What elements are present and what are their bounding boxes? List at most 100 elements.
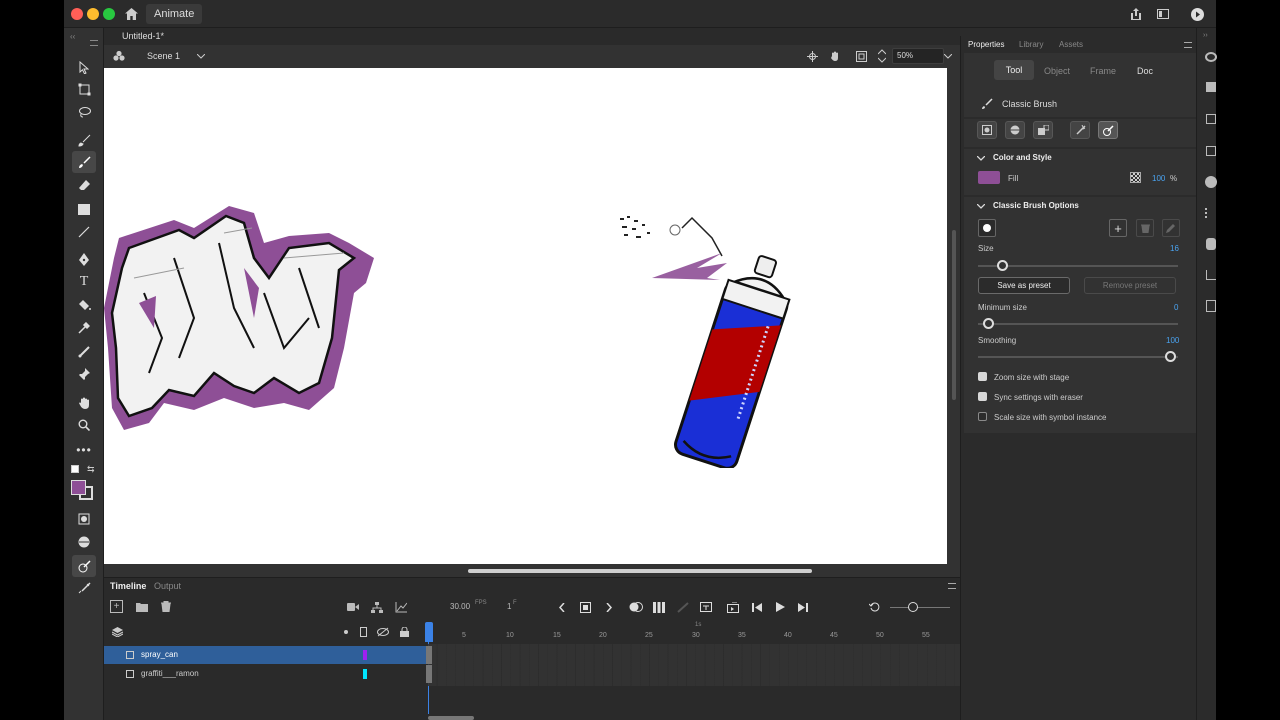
pin-tool-icon[interactable] (72, 363, 96, 385)
tab-timeline[interactable]: Timeline (110, 581, 146, 591)
layer-row-spray-can[interactable]: spray_can (104, 646, 428, 664)
default-colors-icon[interactable] (71, 465, 79, 473)
dock-icon[interactable] (1206, 300, 1216, 312)
tab-library[interactable]: Library (1019, 40, 1043, 49)
fill-swatch[interactable] (978, 171, 1000, 184)
camera-icon[interactable] (346, 601, 360, 613)
highlight-layers-icon[interactable] (344, 630, 348, 634)
layer-row-graffiti[interactable]: graffiti___ramon (104, 665, 428, 683)
subtab-frame[interactable]: Frame (1090, 66, 1116, 76)
expand-dock-icon[interactable]: ›› (1203, 32, 1208, 39)
selection-tool-icon[interactable] (72, 56, 96, 78)
scene-name[interactable]: Scene 1 (147, 51, 180, 61)
maximize-window-button[interactable] (103, 8, 115, 20)
dock-icon[interactable] (1205, 52, 1217, 62)
minimize-window-button[interactable] (87, 8, 99, 20)
smoothing-slider[interactable] (978, 356, 1178, 358)
home-icon[interactable] (123, 6, 139, 22)
onion-skin-icon[interactable] (628, 600, 644, 614)
tab-properties[interactable]: Properties (968, 40, 1004, 49)
panel-menu-icon[interactable] (948, 583, 956, 589)
frame-ruler[interactable]: 1s 5 10 15 20 25 30 35 40 45 50 55 (428, 622, 960, 642)
graffiti-artwork[interactable] (104, 198, 384, 433)
swap-colors-icon[interactable]: ⇆ (87, 464, 95, 475)
prev-keyframe-icon[interactable] (556, 600, 568, 614)
zoom-tool-icon[interactable] (72, 414, 96, 436)
free-transform-tool-icon[interactable] (72, 78, 96, 100)
dock-icon[interactable] (1206, 238, 1216, 250)
brush-tool-icon[interactable] (72, 129, 96, 151)
subtab-object[interactable]: Object (1044, 66, 1070, 76)
chevron-down-icon[interactable] (976, 201, 986, 211)
zoom-dropdown-icon[interactable] (942, 50, 954, 62)
dock-icon[interactable] (1206, 146, 1216, 156)
stage-canvas[interactable] (104, 68, 947, 564)
object-drawing-mode-icon[interactable] (977, 121, 997, 139)
alpha-icon[interactable] (1130, 172, 1141, 183)
dock-icon[interactable] (1205, 208, 1217, 218)
smoothing-value[interactable]: 100 (1166, 336, 1179, 345)
zoom-stepper-icon[interactable] (876, 48, 888, 64)
pressure-icon[interactable] (72, 555, 96, 577)
tilt-icon[interactable] (72, 577, 96, 599)
keyframe[interactable] (426, 646, 432, 664)
collapse-icon[interactable]: ‹‹ (70, 32, 75, 41)
menu-icon[interactable] (90, 40, 98, 46)
hand-tool-icon[interactable] (72, 391, 96, 413)
step-back-icon[interactable] (750, 600, 764, 614)
dock-icon[interactable] (1206, 82, 1216, 92)
sync-eraser-checkbox[interactable] (978, 392, 987, 401)
step-forward-icon[interactable] (796, 600, 810, 614)
dock-icon[interactable] (1206, 114, 1216, 124)
brush-shape-preview[interactable] (978, 219, 996, 237)
brush-mode-icon[interactable] (72, 531, 96, 553)
horizontal-scrollbar[interactable] (468, 569, 812, 573)
lock-icon[interactable] (398, 626, 410, 638)
classic-brush-tool-icon[interactable] (72, 151, 96, 173)
text-tool-icon[interactable]: T (72, 271, 96, 293)
tab-assets[interactable]: Assets (1059, 40, 1083, 49)
subtab-doc[interactable]: Doc (1137, 66, 1153, 76)
test-movie-icon[interactable] (1189, 6, 1205, 22)
current-frame[interactable]: 1 (507, 602, 511, 611)
min-size-slider-knob[interactable] (983, 318, 994, 329)
lock-fill-icon[interactable] (1033, 121, 1053, 139)
lasso-tool-icon[interactable] (72, 101, 96, 123)
min-size-value[interactable]: 0 (1174, 303, 1178, 312)
layer-name[interactable]: graffiti___ramon (141, 665, 199, 683)
eraser-tool-icon[interactable] (72, 174, 96, 196)
more-tools-icon[interactable]: ••• (72, 439, 96, 461)
close-window-button[interactable] (71, 8, 83, 20)
app-name-tab[interactable]: Animate (146, 4, 203, 24)
brush-shape-icon[interactable] (1005, 121, 1025, 139)
play-icon[interactable] (773, 600, 787, 614)
layer-parenting-icon[interactable] (370, 601, 384, 613)
panel-menu-icon[interactable] (1184, 42, 1192, 48)
stroke-color-swatch[interactable] (71, 480, 86, 495)
graph-icon[interactable] (394, 601, 408, 613)
size-slider-knob[interactable] (997, 260, 1008, 271)
spray-can-artwork[interactable] (612, 208, 792, 468)
pen-tool-icon[interactable] (72, 248, 96, 270)
add-brush-preset-icon[interactable]: + (1109, 219, 1127, 237)
layer-color-marker[interactable] (363, 650, 367, 660)
subtab-tool[interactable]: Tool (994, 60, 1034, 80)
center-stage-icon[interactable] (805, 49, 819, 63)
chevron-down-icon[interactable] (976, 153, 986, 163)
layer-name[interactable]: spray_can (141, 646, 178, 664)
playhead[interactable] (425, 622, 433, 642)
alpha-value[interactable]: 100 (1152, 174, 1165, 183)
new-layer-icon[interactable]: + (110, 600, 123, 613)
smoothing-slider-knob[interactable] (1165, 351, 1176, 362)
workspace-icon[interactable] (1155, 6, 1171, 22)
frame-zoom-knob[interactable] (908, 602, 918, 612)
color-style-header[interactable]: Color and Style (993, 153, 1052, 162)
scene-icon[interactable] (112, 49, 126, 63)
loop-icon[interactable] (726, 600, 740, 614)
fps-value[interactable]: 30.00 (450, 602, 470, 611)
tab-output[interactable]: Output (154, 581, 181, 591)
timeline-scrollbar[interactable] (428, 716, 474, 720)
vertical-scrollbar[interactable] (952, 230, 956, 400)
min-size-slider[interactable] (978, 323, 1178, 325)
new-folder-icon[interactable] (135, 600, 149, 613)
